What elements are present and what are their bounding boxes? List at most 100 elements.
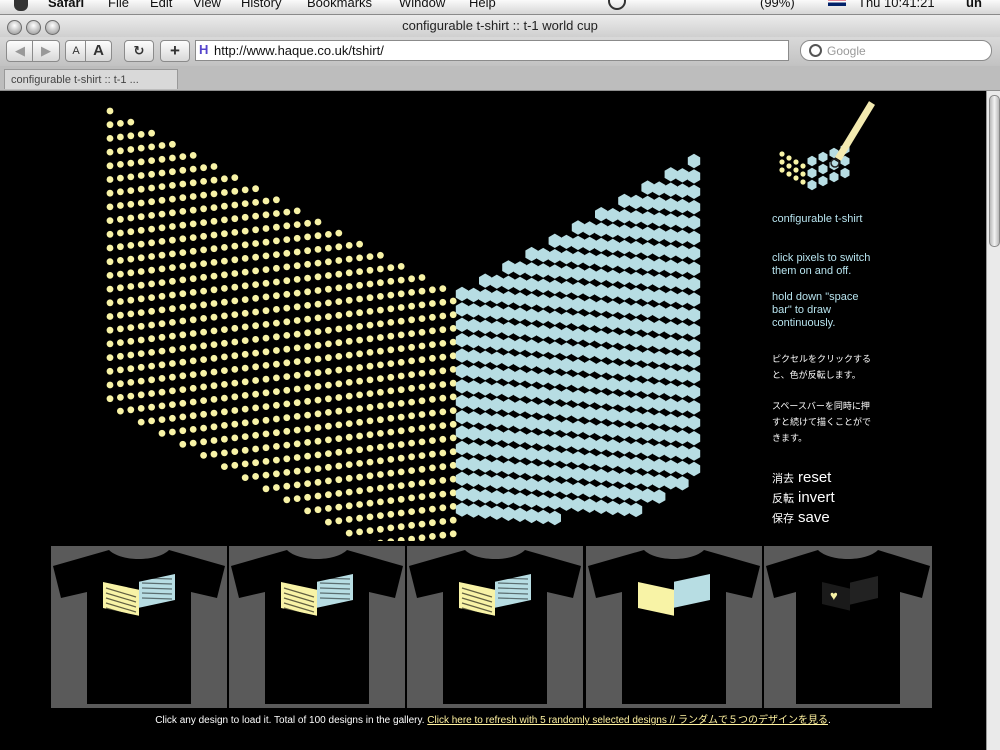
pixel-cell[interactable] — [241, 433, 249, 440]
pixel-cell[interactable] — [377, 498, 384, 506]
pixel-cell[interactable] — [618, 363, 631, 378]
pixel-cell[interactable] — [345, 269, 353, 277]
pixel-cell[interactable] — [252, 404, 259, 412]
pixel-cell[interactable] — [117, 188, 124, 196]
pixel-cell[interactable] — [169, 195, 176, 203]
pixel-cell[interactable] — [241, 309, 249, 317]
pixel-cell[interactable] — [335, 421, 343, 429]
pixel-cell[interactable] — [429, 341, 436, 348]
pixel-cell[interactable] — [490, 351, 503, 366]
menu-bookmarks[interactable]: Bookmarks — [307, 0, 372, 10]
pixel-cell[interactable] — [335, 284, 343, 292]
pixel-cell[interactable] — [262, 197, 270, 205]
pixel-cell[interactable] — [137, 336, 145, 344]
pixel-cell[interactable] — [366, 376, 374, 384]
pixel-cell[interactable] — [366, 458, 374, 466]
pixel-cell[interactable] — [687, 446, 701, 461]
pixel-cell[interactable] — [169, 223, 176, 230]
pixel-cell[interactable] — [356, 268, 363, 275]
pixel-cell[interactable] — [571, 251, 585, 266]
pixel-cell[interactable] — [345, 242, 353, 249]
pixel-cell[interactable] — [525, 370, 538, 385]
pixel-cell[interactable] — [169, 319, 176, 326]
pixel-cell[interactable] — [231, 448, 239, 455]
pixel-cell[interactable] — [304, 260, 311, 268]
pixel-cell[interactable] — [387, 414, 395, 422]
pixel-cell[interactable] — [169, 277, 176, 285]
pixel-cell[interactable] — [479, 458, 492, 473]
pixel-cell[interactable] — [325, 463, 332, 471]
pixel-cell[interactable] — [629, 271, 643, 287]
pixel-cell[interactable] — [537, 263, 550, 278]
pixel-cell[interactable] — [525, 477, 538, 493]
pixel-cell[interactable] — [583, 483, 596, 498]
pixel-cell[interactable] — [335, 517, 343, 525]
pixel-cell[interactable] — [169, 209, 176, 217]
pixel-cell[interactable] — [629, 256, 643, 271]
pixel-cell[interactable] — [537, 432, 550, 448]
pixel-cell[interactable] — [571, 343, 585, 358]
pixel-cell[interactable] — [179, 331, 187, 339]
pixel-cell[interactable] — [583, 267, 596, 282]
pixel-cell[interactable] — [571, 281, 585, 297]
pixel-cell[interactable] — [273, 470, 280, 478]
pixel-cell[interactable] — [502, 383, 515, 398]
pixel-cell[interactable] — [397, 523, 405, 531]
pixel-cell[interactable] — [314, 218, 322, 226]
pixel-cell[interactable] — [525, 308, 538, 323]
pixel-cell[interactable] — [200, 164, 208, 172]
pixel-cell[interactable] — [439, 340, 447, 347]
pixel-cell[interactable] — [455, 333, 469, 348]
pixel-cell[interactable] — [293, 276, 301, 283]
pixel-cell[interactable] — [241, 255, 249, 262]
pixel-cell[interactable] — [479, 304, 492, 319]
pixel-cell[interactable] — [408, 398, 415, 406]
flag-icon[interactable] — [828, 0, 846, 6]
pixel-cell[interactable] — [676, 214, 689, 229]
pixel-cell[interactable] — [537, 509, 550, 525]
pixel-cell[interactable] — [537, 278, 550, 294]
pixel-cell[interactable] — [664, 459, 677, 475]
pixel-cell[interactable] — [325, 505, 332, 512]
pixel-cell[interactable] — [479, 504, 492, 519]
pixel-cell[interactable] — [241, 296, 249, 303]
pixel-cell[interactable] — [408, 494, 415, 502]
pixel-cell[interactable] — [467, 472, 480, 487]
pixel-cell[interactable] — [513, 261, 527, 276]
pixel-cell[interactable] — [304, 493, 311, 501]
pixel-cell[interactable] — [525, 447, 538, 462]
pixel-cell[interactable] — [502, 429, 515, 444]
pixel-cell[interactable] — [641, 211, 654, 226]
pixel-cell[interactable] — [189, 316, 197, 324]
pixel-cell[interactable] — [221, 435, 228, 443]
pixel-cell[interactable] — [525, 277, 538, 293]
pixel-cell[interactable] — [252, 363, 259, 371]
pixel-cell[interactable] — [676, 429, 689, 445]
pixel-cell[interactable] — [606, 439, 619, 454]
pixel-cell[interactable] — [148, 212, 156, 219]
pixel-cell[interactable] — [525, 431, 538, 447]
pixel-cell[interactable] — [106, 189, 114, 197]
pixel-cell[interactable] — [189, 398, 197, 406]
pixel-cell[interactable] — [408, 480, 415, 488]
pixel-cell[interactable] — [397, 509, 405, 517]
pixel-cell[interactable] — [479, 273, 492, 288]
address-bar[interactable]: H http://www.haque.co.uk/tshirt/ — [195, 40, 789, 61]
pixel-cell[interactable] — [377, 539, 384, 541]
pixel-cell[interactable] — [283, 400, 291, 408]
pixel-cell[interactable] — [525, 246, 538, 262]
pixel-cell[interactable] — [583, 498, 596, 513]
pixel-cell[interactable] — [629, 364, 643, 379]
pixel-cell[interactable] — [606, 346, 619, 361]
pixel-cell[interactable] — [325, 285, 332, 293]
pixel-cell[interactable] — [467, 334, 480, 349]
pixel-cell[interactable] — [335, 380, 343, 388]
pixel-cell[interactable] — [418, 301, 426, 309]
pixel-cell[interactable] — [262, 225, 270, 232]
pixel-cell[interactable] — [148, 253, 156, 260]
pixel-cell[interactable] — [595, 314, 608, 330]
pixel-cell[interactable] — [293, 330, 301, 338]
pixel-cell[interactable] — [560, 327, 573, 342]
pixel-cell[interactable] — [210, 341, 218, 348]
pixel-cell[interactable] — [595, 237, 608, 253]
